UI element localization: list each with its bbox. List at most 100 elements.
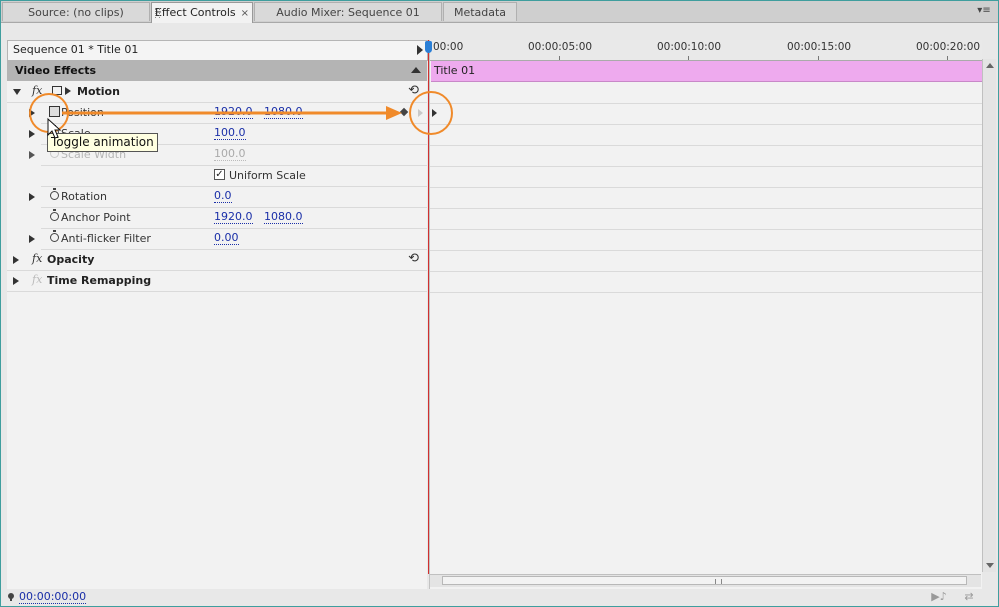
scroll-thumb[interactable] [442, 576, 967, 585]
tab-label: Source: (no clips) [28, 6, 124, 19]
previous-keyframe-icon[interactable] [418, 109, 423, 117]
position-label: Position [61, 106, 104, 119]
expand-triangle-icon[interactable] [29, 130, 35, 138]
uniform-scale-label: Uniform Scale [229, 169, 306, 182]
keyframe-diamond-icon[interactable] [399, 107, 409, 117]
anti-flicker-label: Anti-flicker Filter [61, 232, 151, 245]
expand-triangle-icon[interactable] [29, 151, 35, 159]
scale-width-value: 100.0 [214, 147, 246, 161]
next-keyframe-icon[interactable] [432, 109, 437, 117]
show-timeline-arrow-icon[interactable] [417, 45, 423, 55]
scroll-down-icon[interactable] [986, 563, 994, 568]
ruler-tick-label: 00:00:10:00 [657, 41, 722, 53]
fx-icon[interactable]: fx [32, 252, 42, 265]
panel-menu-icon[interactable]: ▾≡ [974, 4, 994, 18]
play-audio-icon[interactable]: ▶♪ [931, 590, 947, 604]
tab-metadata[interactable]: Metadata [443, 2, 517, 21]
collapse-up-icon[interactable] [411, 67, 421, 73]
property-row-rotation: Rotation 0.0 [29, 186, 427, 208]
ruler-minor-tick [818, 56, 819, 60]
property-row-position: Position 1920.0 1080.0 [29, 102, 427, 124]
tab-audio-mixer[interactable]: Audio Mixer: Sequence 01 [254, 2, 442, 21]
drag-grip-icon[interactable] [155, 8, 160, 18]
video-effects-header[interactable]: Video Effects [7, 60, 427, 81]
status-bar: 00:00:00:00 ▶♪ ⇄ [1, 589, 998, 606]
expand-triangle-icon[interactable] [29, 235, 35, 243]
sequence-header: Sequence 01 * Title 01 [7, 40, 428, 61]
effect-controls-window: Source: (no clips) Effect Controls × Audi… [0, 0, 999, 607]
timecode-pin-icon [8, 593, 14, 601]
tab-effect-controls[interactable]: Effect Controls × [151, 2, 253, 23]
transform-icon[interactable] [52, 86, 62, 95]
clip-bar[interactable]: Title 01 [431, 61, 982, 82]
expand-triangle-icon[interactable] [29, 109, 35, 117]
close-icon[interactable]: × [241, 8, 249, 19]
sequence-title: Sequence 01 * Title 01 [13, 43, 139, 56]
fx-icon[interactable]: fx [32, 84, 42, 97]
ruler-minor-tick [559, 56, 560, 60]
fx-icon: fx [32, 273, 43, 286]
expand-triangle-icon[interactable] [13, 256, 19, 264]
anchor-point-x-value[interactable]: 1920.0 [214, 211, 253, 224]
timeline-row [430, 250, 982, 272]
reset-icon[interactable]: ⟲ [408, 251, 419, 266]
ruler-tick-label: 00:00:20:00 [916, 41, 981, 53]
time-remapping-label: Time Remapping [47, 274, 152, 287]
ruler-tick-label: 00:00 [433, 41, 464, 53]
timeline-row [430, 271, 982, 293]
anchor-point-y-value[interactable]: 1080.0 [264, 211, 303, 224]
expand-triangle-icon[interactable] [29, 193, 35, 201]
toggle-animation-tooltip: Toggle animation [47, 133, 158, 152]
property-row-anti-flicker: Anti-flicker Filter 0.00 [29, 228, 427, 250]
time-ruler[interactable]: 00:00 00:00:05:00 00:00:10:00 00:00:15:0… [430, 40, 982, 61]
grip-icon [715, 579, 722, 584]
timeline-row [430, 166, 982, 188]
timeline-row [430, 187, 982, 209]
position-x-value[interactable]: 1920.0 [214, 106, 253, 119]
tab-source[interactable]: Source: (no clips) [2, 2, 150, 21]
tab-label: Effect Controls [154, 6, 236, 19]
property-row-anchor-point: Anchor Point 1920.0 1080.0 [41, 207, 427, 229]
ruler-tick-label: 00:00:05:00 [528, 41, 593, 53]
uniform-scale-checkbox[interactable]: ✓ [214, 169, 225, 180]
toggle-animation-stopwatch-icon[interactable] [49, 106, 60, 117]
anchor-point-label: Anchor Point [61, 211, 131, 224]
stopwatch-icon[interactable] [50, 188, 59, 200]
rotation-label: Rotation [61, 190, 108, 203]
video-effects-label: Video Effects [15, 64, 97, 77]
scale-value[interactable]: 100.0 [214, 127, 246, 140]
timeline-row [430, 103, 982, 125]
motion-arrow-icon [65, 87, 71, 95]
loop-icon[interactable]: ⇄ [961, 590, 977, 604]
stopwatch-icon[interactable] [50, 209, 59, 221]
motion-label: Motion [77, 85, 120, 98]
position-y-value[interactable]: 1080.0 [264, 106, 303, 119]
timeline-row [430, 124, 982, 146]
expand-triangle-icon[interactable] [13, 277, 19, 285]
timeline-row [430, 82, 982, 104]
effect-row-time-remapping: fx Time Remapping [7, 270, 427, 292]
stopwatch-icon[interactable] [50, 230, 59, 242]
vertical-scrollbar[interactable] [982, 59, 996, 572]
timeline-row [430, 145, 982, 167]
current-timecode[interactable]: 00:00:00:00 [19, 591, 87, 604]
ruler-minor-tick [947, 56, 948, 60]
timeline-row [430, 229, 982, 251]
expand-triangle-icon[interactable] [13, 89, 21, 95]
tab-label: Audio Mixer: Sequence 01 [276, 6, 420, 19]
playhead-line [428, 40, 429, 574]
rotation-value[interactable]: 0.0 [214, 190, 232, 203]
effect-row-motion: fx Motion ⟲ [7, 81, 427, 103]
scroll-up-icon[interactable] [986, 63, 994, 68]
clip-label: Title 01 [434, 64, 476, 77]
tab-label: Metadata [453, 6, 507, 19]
playhead-icon[interactable] [425, 41, 432, 53]
ruler-tick-label: 00:00:15:00 [787, 41, 852, 53]
panel-tab-bar: Source: (no clips) Effect Controls × Audi… [1, 1, 998, 23]
horizontal-scrollbar[interactable] [430, 574, 981, 587]
reset-icon[interactable]: ⟲ [408, 83, 419, 98]
ruler-minor-tick [688, 56, 689, 60]
anti-flicker-value[interactable]: 0.00 [214, 232, 239, 245]
timeline-row [430, 208, 982, 230]
opacity-label: Opacity [47, 253, 95, 266]
